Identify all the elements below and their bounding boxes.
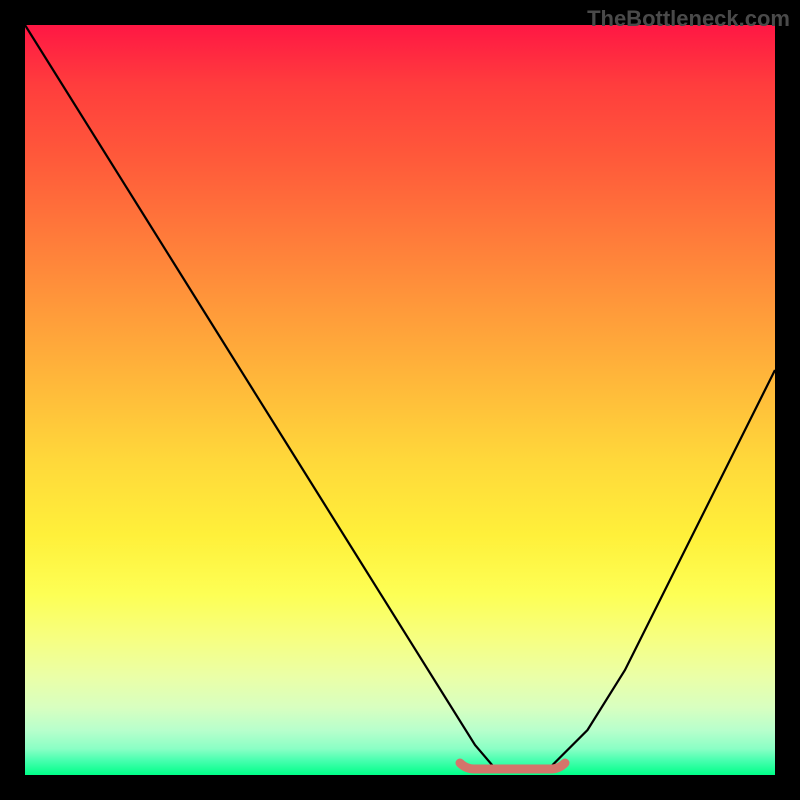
chart-svg	[25, 25, 775, 775]
watermark-text: TheBottleneck.com	[587, 6, 790, 32]
optimal-range-marker	[460, 763, 565, 769]
bottleneck-curve-line	[25, 25, 775, 771]
chart-plot-area	[25, 25, 775, 775]
